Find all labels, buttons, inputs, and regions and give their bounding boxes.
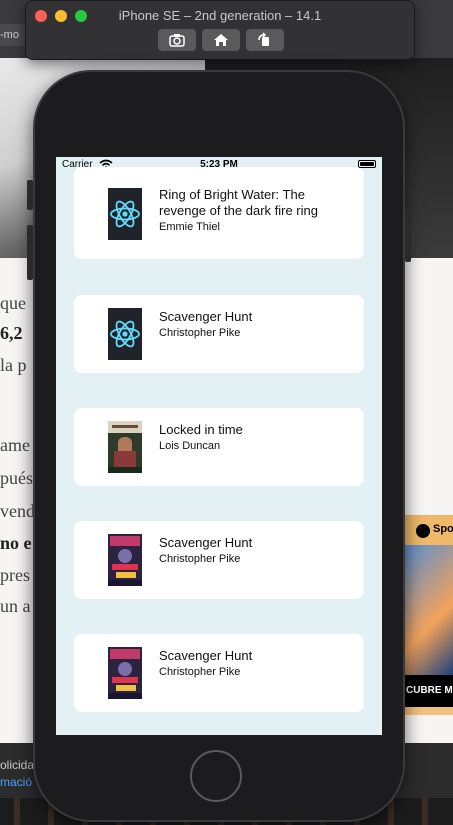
- book-title: Scavenger Hunt: [159, 309, 253, 324]
- book-author: Emmie Thiel: [159, 221, 220, 233]
- spotify-logo-icon: [416, 524, 430, 538]
- screenshot-button[interactable]: [158, 29, 196, 51]
- browser-tab-text: -mo: [0, 29, 19, 41]
- mute-switch: [27, 180, 33, 210]
- footer-link[interactable]: mació: [0, 775, 32, 789]
- react-logo-icon: [108, 308, 142, 360]
- ad-illustration: [404, 545, 453, 675]
- footer-text: olicida: [0, 758, 35, 772]
- book-author: Lois Duncan: [159, 440, 221, 452]
- article-line: que: [0, 293, 26, 313]
- rotate-icon: [258, 32, 269, 46]
- book-cover-scavenger-hunt: [108, 534, 142, 586]
- ad-cta-text: CUBRE M: [406, 685, 453, 696]
- ad-header: Spo: [404, 515, 453, 545]
- power-button: [405, 210, 411, 262]
- rotate-button[interactable]: [246, 29, 284, 51]
- article-line: 6,2: [0, 323, 23, 343]
- article-line: un a: [0, 596, 31, 616]
- book-author: Christopher Pike: [159, 666, 241, 678]
- book-card[interactable]: Locked in time Lois Duncan: [74, 408, 364, 486]
- simulator-toolbar: iPhone SE – 2nd generation – 14.1: [25, 0, 415, 60]
- app-screen: Carrier 5:23 PM Ring of Bright Water: Th…: [56, 157, 382, 735]
- article-line: no e: [0, 533, 32, 553]
- book-author: Christopher Pike: [159, 553, 241, 565]
- article-line: pres: [0, 565, 30, 585]
- ad-cta[interactable]: CUBRE M: [404, 675, 453, 707]
- article-line: vend: [0, 501, 35, 521]
- book-title: Locked in time: [159, 422, 243, 437]
- book-cover-scavenger-hunt: [108, 647, 142, 699]
- react-logo-icon: [108, 188, 142, 240]
- simulator-title: iPhone SE – 2nd generation – 14.1: [118, 8, 322, 23]
- home-button[interactable]: [202, 29, 240, 51]
- book-title: Scavenger Hunt: [159, 648, 253, 663]
- article-line: la p: [0, 355, 27, 375]
- book-card[interactable]: Scavenger Hunt Christopher Pike: [74, 295, 364, 373]
- book-author: Christopher Pike: [159, 327, 241, 339]
- book-title: Scavenger Hunt: [159, 535, 253, 550]
- book-title: Ring of Bright Water: The revenge of the…: [159, 187, 318, 218]
- book-card[interactable]: Scavenger Hunt Christopher Pike: [74, 521, 364, 599]
- book-card[interactable]: Ring of Bright Water: The revenge of the…: [74, 167, 364, 259]
- book-card[interactable]: Scavenger Hunt Christopher Pike: [74, 634, 364, 712]
- device-home-button[interactable]: [190, 750, 242, 802]
- article-line: ame: [0, 435, 30, 455]
- camera-icon: [169, 34, 185, 47]
- battery-icon: [358, 160, 376, 168]
- house-icon: [214, 34, 228, 46]
- volume-up-button: [27, 225, 33, 280]
- article-line: pués: [0, 468, 33, 488]
- ad-brand-text: Spo: [433, 523, 453, 535]
- book-cover-locked-in-time: [108, 421, 142, 473]
